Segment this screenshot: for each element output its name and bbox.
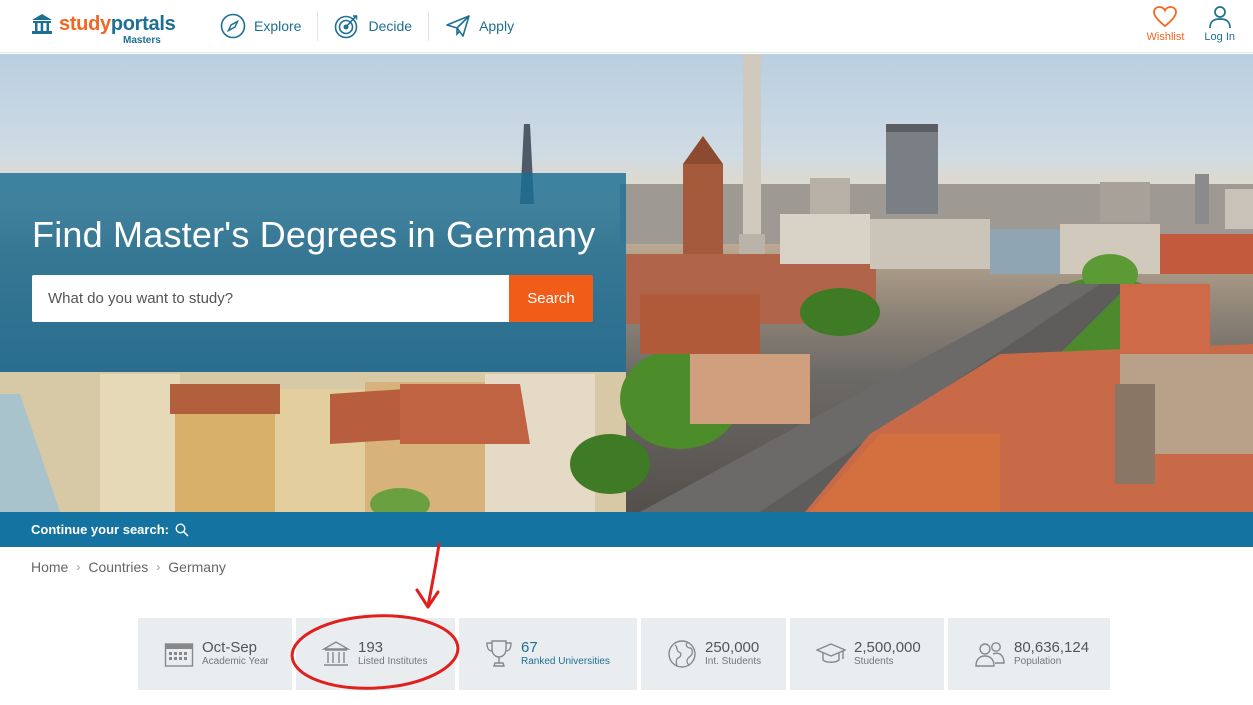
hero-search: Search <box>32 275 593 322</box>
nav-explore[interactable]: Explore <box>220 11 317 41</box>
user-icon <box>1208 6 1231 29</box>
breadcrumb-germany: Germany <box>168 559 226 575</box>
stat-caption: Ranked Universities <box>521 656 610 667</box>
nav-apply[interactable]: Apply <box>428 11 530 41</box>
stat-students: 2,500,000 Students <box>790 618 944 690</box>
wishlist-label: Wishlist <box>1146 31 1185 43</box>
globe-icon <box>668 640 696 668</box>
breadcrumb: Home › Countries › Germany <box>31 559 226 575</box>
stat-caption: Int. Students <box>705 656 762 667</box>
stat-value: 2,500,000 <box>854 639 921 656</box>
stat-population: 80,636,124 Population <box>948 618 1110 690</box>
login-label: Log In <box>1204 31 1235 43</box>
header-actions: Wishlist Log In <box>1147 5 1235 43</box>
annotation-arrow <box>426 542 441 608</box>
heart-icon <box>1153 6 1178 28</box>
institution-logo-icon <box>32 14 52 34</box>
stat-caption: Students <box>854 656 894 667</box>
top-header: studyportals Masters Explore Decide Appl… <box>0 0 1253 53</box>
stat-value: 250,000 <box>705 639 760 656</box>
main-nav: Explore Decide Apply <box>220 11 530 41</box>
logo-word-study: study <box>59 13 111 35</box>
nav-apply-label: Apply <box>479 18 515 34</box>
stat-caption: Population <box>1014 656 1062 667</box>
continue-search-bar[interactable]: Continue your search: <box>0 512 1253 547</box>
calendar-icon <box>164 643 194 667</box>
nav-decide-label: Decide <box>368 18 413 34</box>
nav-decide[interactable]: Decide <box>317 11 428 41</box>
hero-title: Find Master's Degrees in Germany <box>32 214 596 255</box>
stat-value: 193 <box>358 639 384 656</box>
hero-overlay-panel <box>0 173 626 372</box>
stat-value: Oct-Sep <box>202 639 258 656</box>
hero-banner: Find Master's Degrees in Germany Search <box>0 54 1253 512</box>
logo-word-portals: portals <box>110 13 176 35</box>
stat-international-students: 250,000 Int. Students <box>641 618 786 690</box>
stat-listed-institutes[interactable]: 193 Listed Institutes <box>296 618 455 690</box>
target-icon <box>335 15 358 39</box>
chevron-right-icon: › <box>156 560 161 574</box>
trophy-icon <box>486 640 512 667</box>
chevron-right-icon: › <box>76 560 81 574</box>
studyportals-logo[interactable]: studyportals Masters <box>31 11 181 47</box>
graduation-cap-icon <box>816 643 846 663</box>
search-button[interactable]: Search <box>509 275 593 322</box>
stat-academic-year: Oct-Sep Academic Year <box>138 618 292 690</box>
logo-wordmark: studyportals <box>59 13 176 36</box>
breadcrumb-countries[interactable]: Countries <box>88 559 148 575</box>
paper-plane-icon <box>446 15 470 37</box>
continue-search-label: Continue your search: <box>31 522 169 537</box>
people-icon <box>975 642 1005 667</box>
logo-subtitle: Masters <box>123 35 161 46</box>
stat-value: 67 <box>521 639 538 656</box>
stat-value: 80,636,124 <box>1014 639 1090 656</box>
stat-caption: Listed Institutes <box>358 656 428 667</box>
breadcrumb-home[interactable]: Home <box>31 559 68 575</box>
search-icon <box>175 522 189 537</box>
study-search-input[interactable] <box>32 275 509 322</box>
stat-caption: Academic Year <box>202 656 269 667</box>
login-button[interactable]: Log In <box>1204 5 1235 43</box>
stat-ranked-universities[interactable]: 67 Ranked Universities <box>459 618 637 690</box>
compass-icon <box>220 13 246 39</box>
wishlist-button[interactable]: Wishlist <box>1146 5 1185 43</box>
annotation-arrowhead <box>415 588 440 609</box>
nav-explore-label: Explore <box>254 18 302 34</box>
institution-icon <box>322 641 350 666</box>
